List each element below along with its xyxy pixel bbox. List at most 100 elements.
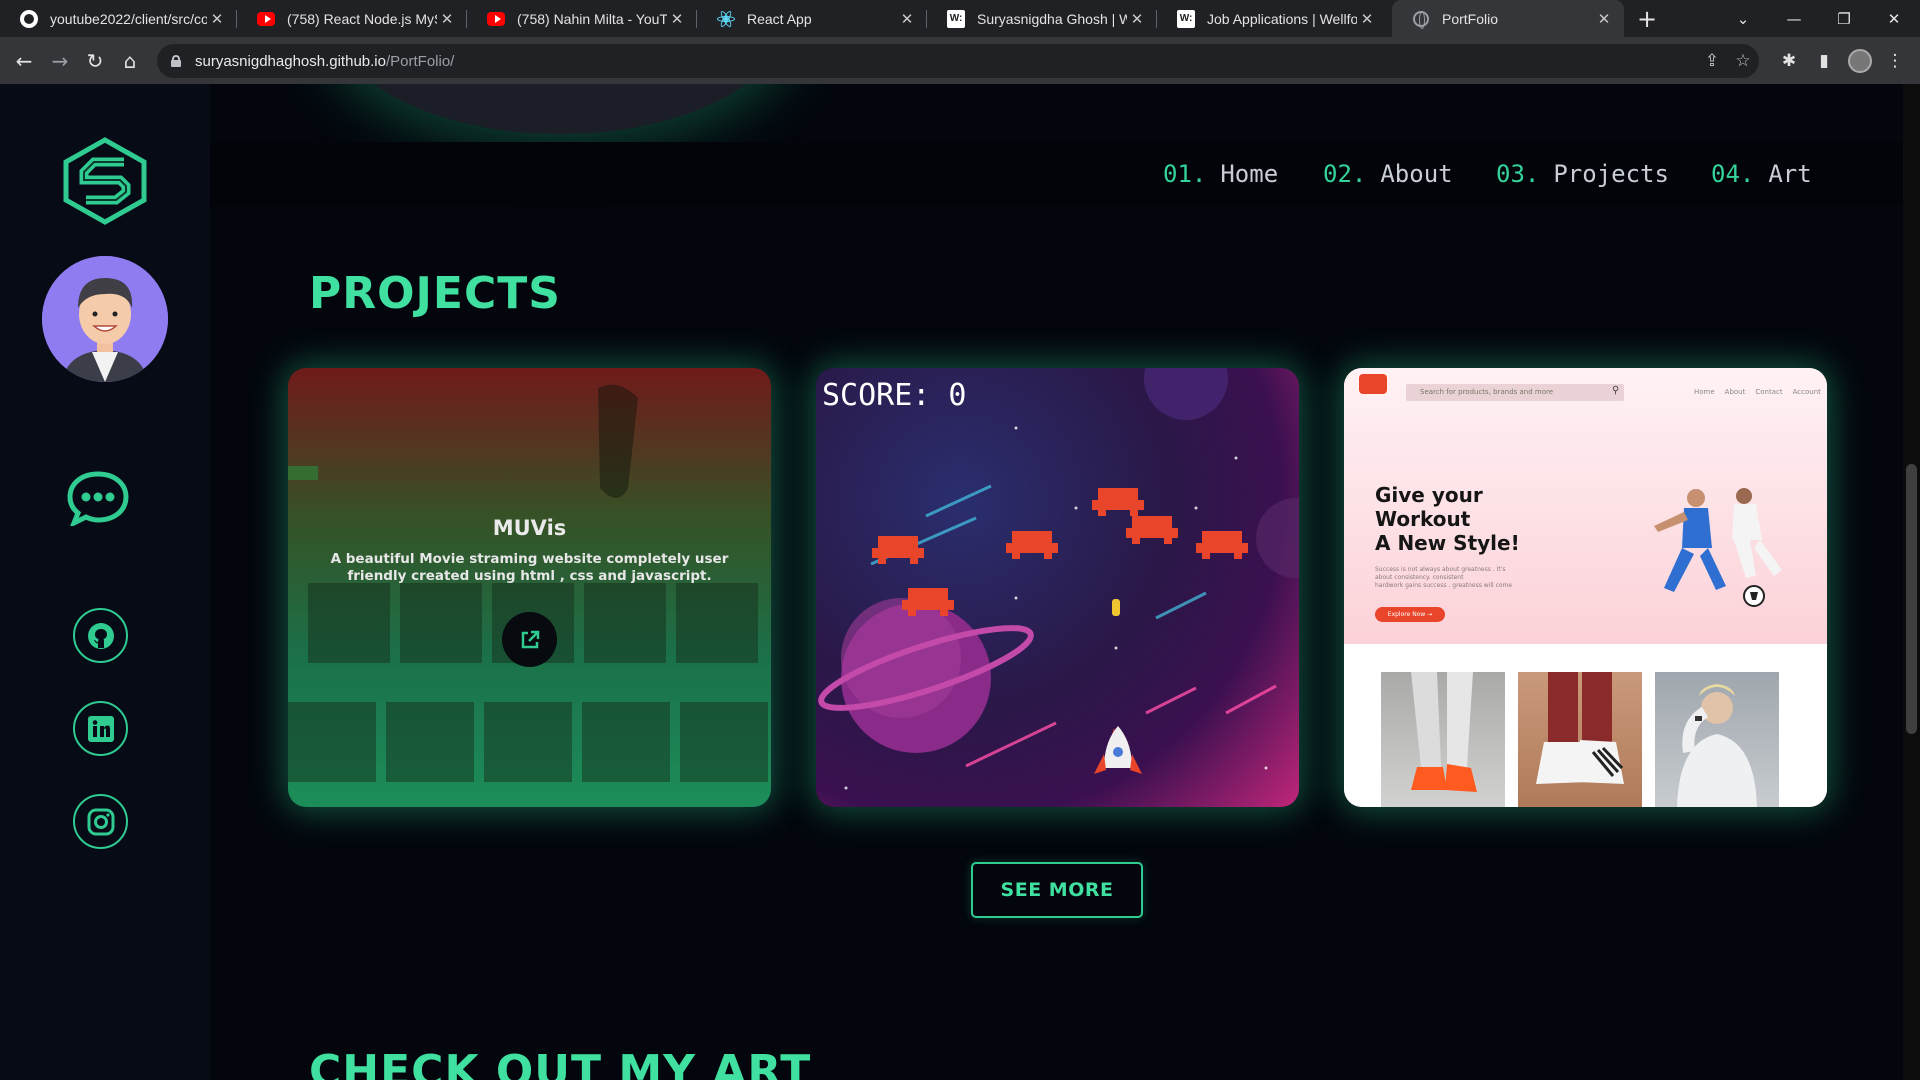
project-card-sports-store[interactable]: Search for products, brands and more ⚲ H… <box>1344 368 1827 807</box>
game-sprites <box>872 488 1248 774</box>
see-more-button[interactable]: SEE MORE <box>971 862 1143 918</box>
scrollbar-thumb[interactable] <box>1906 464 1917 734</box>
tab-title: youtube2022/client/src/com <box>50 10 207 27</box>
jacket-photo <box>1677 684 1757 807</box>
store-hero-heading: Give your Workout A New Style! <box>1375 483 1520 555</box>
tab-search-icon[interactable]: ⌄ <box>1728 0 1758 37</box>
bullet <box>1112 599 1120 616</box>
tab-title: (758) React Node.js MySQL <box>287 10 437 27</box>
extensions-icon[interactable]: ✱ <box>1772 37 1806 84</box>
address-bar[interactable]: suryasnigdhaghosh.github.io/PortFolio/ ⇪… <box>157 44 1759 78</box>
tab-title: React App <box>747 10 812 27</box>
product-image[interactable] <box>1381 672 1505 807</box>
github-icon <box>87 622 114 649</box>
share-icon[interactable]: ⇪ <box>1697 44 1727 78</box>
close-icon[interactable]: ✕ <box>437 10 457 28</box>
product-image[interactable] <box>1655 672 1779 807</box>
home-icon[interactable]: ⌂ <box>112 37 148 84</box>
project-card-muvis[interactable]: MUVis A beautiful Movie straming website… <box>288 368 771 807</box>
product-image[interactable] <box>1518 672 1642 807</box>
store-menu-item[interactable]: Account <box>1793 388 1821 396</box>
linkedin-icon <box>87 715 114 742</box>
page-scrollbar[interactable] <box>1903 84 1920 1080</box>
tab-wellfound-profile[interactable]: W: Suryasnigdha Ghosh | Well ✕ <box>927 0 1157 37</box>
forward-icon[interactable]: → <box>42 37 78 84</box>
reload-icon[interactable]: ↻ <box>77 37 113 84</box>
url-text: suryasnigdhaghosh.github.io/PortFolio/ <box>195 52 455 70</box>
nav-projects[interactable]: 03. Projects <box>1496 142 1669 206</box>
art-heading: CHECK OUT MY ART <box>309 1046 812 1080</box>
tab-title: PortFolio <box>1442 10 1499 27</box>
browser-toolbar: ← → ↻ ⌂ suryasnigdhaghosh.github.io/Port… <box>0 37 1920 84</box>
player-ship <box>1094 726 1142 774</box>
new-tab-button[interactable]: + <box>1632 0 1662 37</box>
profile-avatar[interactable] <box>1843 37 1877 84</box>
close-icon[interactable]: ✕ <box>1357 10 1377 28</box>
github-icon <box>20 9 38 28</box>
lock-icon <box>171 55 181 67</box>
tab-github[interactable]: youtube2022/client/src/com ✕ <box>0 0 237 37</box>
external-link-icon <box>521 630 539 648</box>
restore-button[interactable]: ❐ <box>1824 0 1864 37</box>
tab-youtube-react[interactable]: (758) React Node.js MySQL ✕ <box>237 0 467 37</box>
open-project-button[interactable] <box>502 612 557 667</box>
store-logo-icon <box>1359 374 1387 394</box>
tab-youtube-nahin[interactable]: (758) Nahin Milta - YouTub ✕ <box>467 0 697 37</box>
search-icon[interactable]: ⚲ <box>1612 385 1619 396</box>
wellfound-icon: W: <box>947 9 965 28</box>
logo-icon[interactable] <box>60 136 150 226</box>
back-icon[interactable]: ← <box>6 37 42 84</box>
avatar <box>42 256 168 382</box>
chat-icon[interactable] <box>66 470 130 526</box>
muvis-screenshot-background <box>288 368 771 807</box>
nav-art[interactable]: 04. Art <box>1711 142 1812 206</box>
wellfound-icon: W: <box>1177 9 1195 28</box>
tab-title: (758) Nahin Milta - YouTub <box>517 10 667 27</box>
tab-react-app[interactable]: React App ✕ <box>697 0 927 37</box>
top-navbar: 01. Home 02. About 03. Projects 04. Art <box>210 142 1903 206</box>
tab-title: Job Applications | Wellfoun <box>1207 10 1357 27</box>
close-icon[interactable]: ✕ <box>897 10 917 28</box>
project-description: A beautiful Movie straming website compl… <box>330 551 729 584</box>
globe-icon <box>1412 10 1430 29</box>
window-close-button[interactable]: ✕ <box>1874 0 1914 37</box>
sneaker-photo-2 <box>1536 672 1624 784</box>
nav-home[interactable]: 01. Home <box>1163 142 1278 206</box>
close-icon[interactable]: ✕ <box>207 10 227 28</box>
instagram-link[interactable] <box>73 794 128 849</box>
tab-title: Suryasnigdha Ghosh | Well <box>977 10 1127 27</box>
soccer-players-image <box>1654 488 1782 607</box>
close-icon[interactable]: ✕ <box>1594 10 1614 28</box>
instagram-icon <box>87 808 114 835</box>
store-search-input[interactable]: Search for products, brands and more <box>1406 384 1624 401</box>
minimize-button[interactable]: — <box>1774 0 1814 37</box>
avatar-illustration <box>42 256 168 382</box>
project-card-space-game[interactable]: SCORE: 0 <box>816 368 1299 807</box>
nav-about[interactable]: 02. About <box>1323 142 1453 206</box>
sneaker-photo-1 <box>1411 672 1477 792</box>
store-menu-item[interactable]: Home <box>1694 388 1715 396</box>
browser-tab-bar: youtube2022/client/src/com ✕ (758) React… <box>0 0 1920 37</box>
linkedin-link[interactable] <box>73 701 128 756</box>
alien-enemy <box>872 488 1248 616</box>
youtube-icon <box>487 10 505 28</box>
github-link[interactable] <box>73 608 128 663</box>
close-icon[interactable]: ✕ <box>1127 10 1147 28</box>
tab-wellfound-jobs[interactable]: W: Job Applications | Wellfoun ✕ <box>1157 0 1387 37</box>
tab-portfolio[interactable]: PortFolio ✕ <box>1392 0 1624 37</box>
projects-heading: PROJECTS <box>309 268 561 319</box>
side-panel-icon[interactable]: ▮ <box>1807 37 1841 84</box>
store-explore-button[interactable]: Explore Now → <box>1375 607 1445 622</box>
store-menu-item[interactable]: About <box>1725 388 1746 396</box>
menu-kebab-icon[interactable]: ⋮ <box>1878 37 1912 84</box>
store-menu: Home About Contact Account <box>1694 388 1821 396</box>
store-hero-text: Success is not always about greatness . … <box>1375 566 1513 589</box>
youtube-icon <box>257 10 275 28</box>
page-viewport: 01. Home 02. About 03. Projects 04. Art PROJ… <box>0 84 1920 1080</box>
bookmark-star-icon[interactable]: ☆ <box>1728 44 1758 78</box>
react-icon <box>717 9 735 28</box>
close-icon[interactable]: ✕ <box>667 10 687 28</box>
sidebar <box>0 84 210 1080</box>
store-menu-item[interactable]: Contact <box>1755 388 1782 396</box>
decorative-shape <box>330 84 790 134</box>
